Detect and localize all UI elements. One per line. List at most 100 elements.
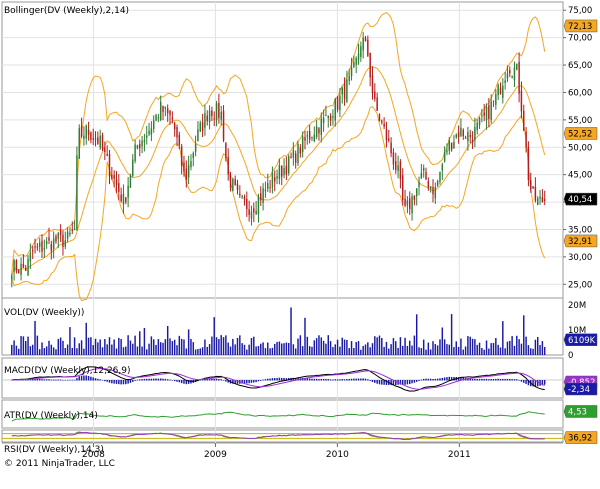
volume-bar	[115, 348, 118, 355]
rsi-axis-marker[interactable]: 36,92	[563, 431, 598, 444]
price-candle	[15, 259, 18, 274]
price-tick-label: 75,00	[568, 6, 592, 16]
macd-axis-markers[interactable]: -0,852-2,34	[563, 375, 598, 396]
macd-histogram-bar	[488, 379, 490, 381]
volume-bar	[108, 337, 111, 355]
volume-bar	[264, 348, 267, 355]
macd-histogram-bar	[502, 378, 504, 381]
volume-bar	[429, 349, 432, 355]
volume-bar	[141, 346, 143, 355]
volume-bar	[502, 321, 504, 355]
volume-bar	[425, 349, 427, 355]
macd-histogram-bar	[267, 378, 269, 381]
macd-histogram-bar	[57, 379, 60, 381]
macd-histogram-bar	[360, 378, 362, 381]
volume-bar	[129, 340, 132, 355]
volume-bar	[97, 342, 99, 355]
macd-histogram-bar	[436, 378, 439, 381]
volume-bar	[215, 337, 218, 355]
volume-bar	[150, 336, 153, 355]
x-tick-label: 2010	[326, 450, 349, 460]
macd-histogram-bar	[246, 380, 248, 384]
macd-histogram-bar	[483, 378, 485, 381]
volume-bar	[422, 339, 425, 355]
volume-bar	[462, 349, 464, 355]
atr-axis-marker[interactable]: 4,53	[563, 405, 598, 418]
volume-bar	[57, 339, 60, 355]
price-marker-0[interactable]: 72,13	[563, 19, 598, 33]
rsi-marker[interactable]: 36,92	[563, 431, 598, 444]
macd-histogram-bar	[504, 378, 506, 381]
macd-histogram-bar	[36, 378, 39, 381]
volume-bar	[325, 343, 327, 355]
volume-tick-label: 20M	[568, 301, 586, 311]
macd-histogram-bar	[108, 380, 111, 383]
macd-histogram-bar	[536, 380, 539, 387]
price-marker-2[interactable]: 40,54	[563, 192, 598, 206]
volume-bar	[476, 344, 478, 355]
macd-histogram-bar	[99, 379, 101, 381]
volume-bar	[311, 346, 313, 355]
macd-histogram-bar	[85, 375, 87, 381]
price-candle	[378, 113, 381, 122]
price-marker-3-label: 32,91	[568, 237, 592, 247]
macd-histogram-bar	[520, 380, 523, 382]
macd-histogram-bar	[492, 378, 495, 381]
volume-bar	[534, 339, 537, 355]
volume-bar	[318, 335, 320, 355]
macd-histogram-bar	[173, 380, 176, 382]
volume-bar	[478, 342, 481, 355]
macd-histogram-bar	[374, 380, 376, 383]
volume-bar	[504, 348, 506, 355]
volume-bar	[483, 349, 485, 355]
atr-marker[interactable]: 4,53	[563, 405, 598, 418]
macd-histogram-bar	[225, 380, 227, 382]
price-marker-3[interactable]: 32,91	[563, 234, 598, 248]
macd-histogram-bar	[255, 380, 257, 383]
macd-histogram-bar	[353, 378, 355, 381]
macd-histogram-bar	[476, 378, 478, 381]
volume-bar	[192, 342, 195, 355]
volume-bar	[388, 348, 390, 355]
volume-bar	[48, 340, 50, 355]
volume-bar	[520, 343, 523, 355]
price-marker-1[interactable]: 52,52	[563, 127, 598, 140]
price-candle	[297, 140, 299, 167]
volume-bar	[523, 315, 525, 355]
volume-bar	[125, 346, 127, 355]
volume-bar	[516, 335, 518, 355]
volume-bar	[313, 340, 316, 355]
macd-histogram-bar	[115, 380, 118, 384]
volume-bar	[276, 341, 278, 355]
volume-bar	[439, 339, 441, 355]
volume-bar	[411, 345, 413, 355]
volume-bar	[294, 348, 297, 355]
volume-bar	[43, 348, 46, 355]
price-candle	[527, 141, 530, 187]
volume-bar	[434, 344, 437, 355]
volume-bar	[383, 346, 385, 355]
price-panel-title: Bollinger(DV (Weekly),2,14)	[4, 6, 129, 16]
volume-bar	[360, 349, 362, 355]
macd-panel-title: MACD(DV (Weekly),12,26,9)	[4, 366, 131, 376]
macd-histogram-bar	[320, 378, 323, 381]
macd-histogram-bar	[264, 379, 267, 381]
macd-histogram-bar	[306, 378, 309, 381]
macd-histogram-bar	[315, 378, 318, 381]
volume-bar	[443, 339, 446, 355]
macd-histogram-bar	[176, 380, 178, 382]
volume-axis-marker[interactable]: 6109K	[563, 333, 598, 346]
x-tick-label: 2009	[204, 450, 227, 460]
macd-histogram-bar	[127, 380, 129, 384]
volume-bar	[381, 338, 383, 355]
price-candle	[532, 186, 534, 189]
macd-histogram-bar	[439, 378, 441, 381]
volume-bar	[197, 348, 199, 355]
volume-bar	[132, 343, 134, 355]
volume-bar	[513, 345, 516, 355]
volume-bar	[178, 335, 181, 355]
macd-histogram-bar	[83, 375, 85, 381]
volume-marker[interactable]: 6109K	[563, 333, 598, 346]
macd-histogram-bar	[45, 379, 48, 381]
macd-marker-1[interactable]: -2,34	[563, 382, 598, 396]
